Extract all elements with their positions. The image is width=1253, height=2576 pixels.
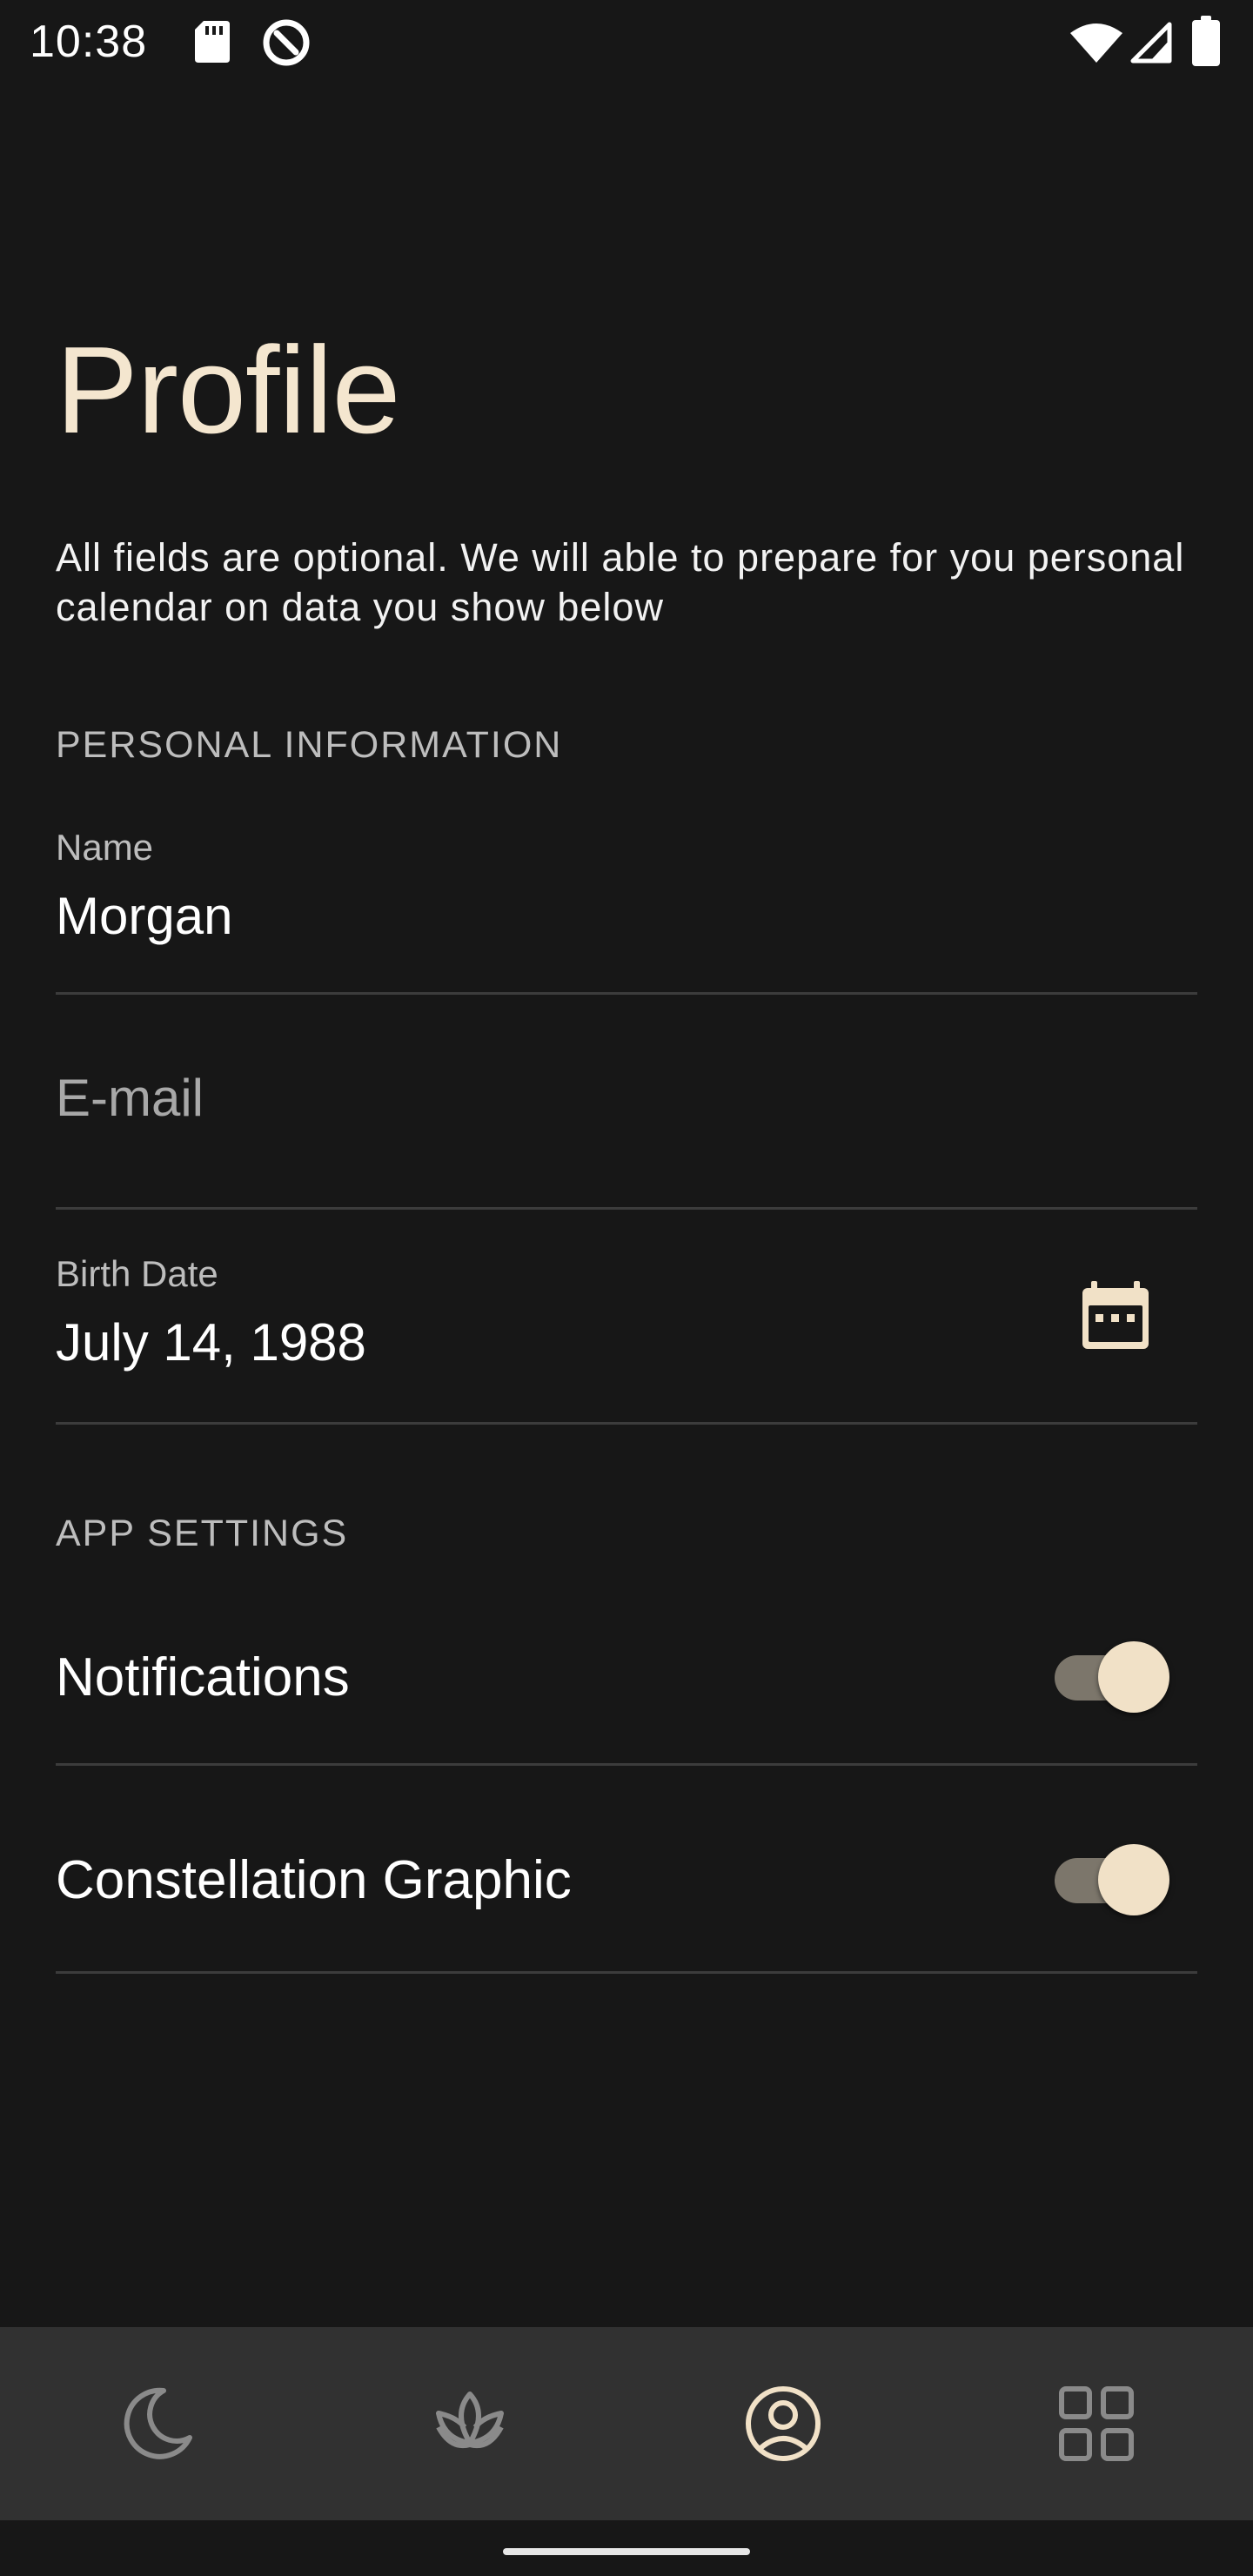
birth-date-label: Birth Date	[56, 1253, 218, 1294]
signal-icon	[1130, 22, 1172, 64]
personal-information-header: PERSONAL INFORMATION	[56, 724, 563, 766]
name-field-label: Name	[56, 827, 154, 868]
status-bar: 10:38	[0, 0, 1253, 84]
home-indicator[interactable]	[503, 2548, 750, 2555]
name-field-value[interactable]: Morgan	[56, 886, 232, 946]
calendar-icon[interactable]	[1079, 1278, 1152, 1351]
sd-card-icon	[195, 21, 230, 63]
toggle-thumb	[1098, 1844, 1169, 1915]
notifications-label: Notifications	[56, 1647, 350, 1707]
nav-item-profile[interactable]	[626, 2327, 940, 2520]
battery-icon	[1192, 16, 1220, 66]
wifi-icon	[1070, 23, 1122, 63]
status-time: 10:38	[30, 17, 148, 67]
page-title: Profile	[56, 321, 400, 460]
profile-icon	[746, 2386, 821, 2461]
lotus-icon	[436, 2392, 504, 2448]
notifications-toggle[interactable]	[1055, 1638, 1169, 1713]
birth-date-field[interactable]: Birth Date July 14, 1988	[56, 1210, 1197, 1425]
app-settings-header: APP SETTINGS	[56, 1513, 349, 1554]
nav-item-grid[interactable]	[940, 2327, 1253, 2520]
birth-date-value[interactable]: July 14, 1988	[56, 1312, 366, 1372]
email-field[interactable]: E-mail	[56, 995, 1197, 1210]
bottom-navigation	[0, 2327, 1253, 2520]
moon-icon	[124, 2387, 192, 2459]
data-saver-icon	[263, 19, 310, 66]
setting-row-constellation-graphic[interactable]: Constellation Graphic	[56, 1766, 1197, 1974]
name-field[interactable]: Name Morgan	[56, 818, 1197, 995]
nav-item-lotus[interactable]	[313, 2327, 626, 2520]
grid-icon	[1059, 2386, 1134, 2461]
constellation-graphic-toggle[interactable]	[1055, 1841, 1169, 1915]
constellation-graphic-label: Constellation Graphic	[56, 1850, 572, 1910]
setting-row-notifications[interactable]: Notifications	[56, 1584, 1197, 1766]
page-subtitle: All fields are optional. We will able to…	[56, 535, 1185, 629]
email-field-placeholder[interactable]: E-mail	[56, 1068, 204, 1128]
nav-item-moon[interactable]	[0, 2327, 313, 2520]
toggle-thumb	[1098, 1641, 1169, 1713]
